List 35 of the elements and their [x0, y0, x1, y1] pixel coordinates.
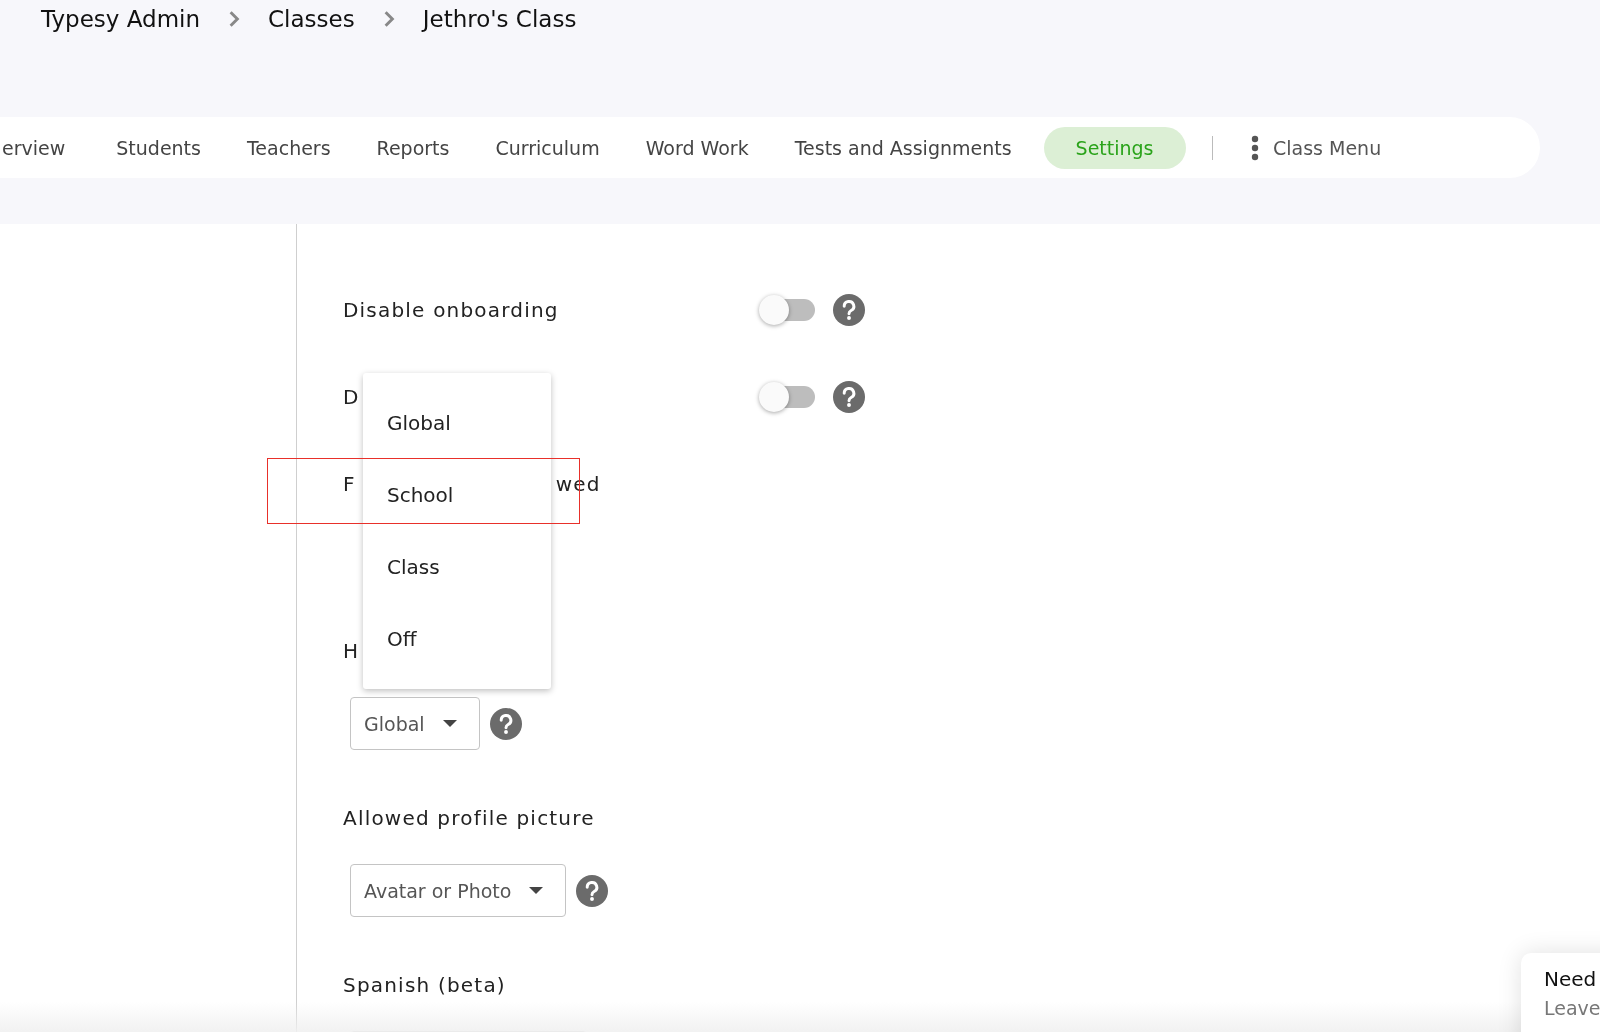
dropdown-select[interactable]: Global	[350, 697, 480, 750]
tab[interactable]: Teachers	[246, 136, 331, 159]
help-icon[interactable]	[489, 707, 522, 740]
widget-title: Need	[1544, 967, 1598, 991]
help-icon[interactable]	[833, 380, 865, 413]
chevron-right-icon	[382, 10, 395, 28]
menu-item[interactable]: Class	[363, 545, 551, 589]
tab[interactable]: Word Work	[645, 136, 749, 159]
breadcrumb-link[interactable]: Classes	[268, 6, 355, 32]
breadcrumb-link[interactable]: Typesy Admin	[41, 6, 201, 32]
setting-label: Spanish (beta)	[343, 973, 506, 997]
help-icon[interactable]	[833, 293, 865, 326]
help-widget[interactable]: Need Leave	[1521, 953, 1600, 1032]
menu-item[interactable]: Off	[363, 617, 551, 661]
chevron-right-icon	[228, 10, 241, 28]
dropdown-select[interactable]: Avatar or Photo	[350, 864, 567, 917]
setting-label: H	[343, 639, 360, 663]
widget-subtitle: Leave	[1544, 997, 1600, 1019]
help-icon[interactable]	[576, 874, 609, 907]
menu-item[interactable]: Global	[363, 401, 551, 445]
tab[interactable]: erview	[2, 136, 66, 159]
more-vertical-icon	[1251, 134, 1259, 161]
tab[interactable]: Tests and Assignments	[794, 136, 1012, 159]
setting-label: Disable onboarding	[343, 297, 560, 322]
breadcrumb-link[interactable]: Jethro's Class	[422, 6, 577, 32]
caret-icon	[442, 720, 457, 727]
tab[interactable]: Reports	[376, 136, 450, 159]
setting-label: Allowed profile picture	[343, 806, 595, 830]
setting-label: D	[343, 384, 361, 409]
tab[interactable]: Students	[116, 136, 201, 159]
setting-label: F	[343, 472, 356, 496]
caret-icon	[529, 887, 544, 894]
class-menu-button[interactable]: Class Menu	[1251, 134, 1382, 161]
menu-item[interactable]: School	[363, 473, 551, 517]
tab[interactable]: Curriculum	[495, 136, 600, 159]
